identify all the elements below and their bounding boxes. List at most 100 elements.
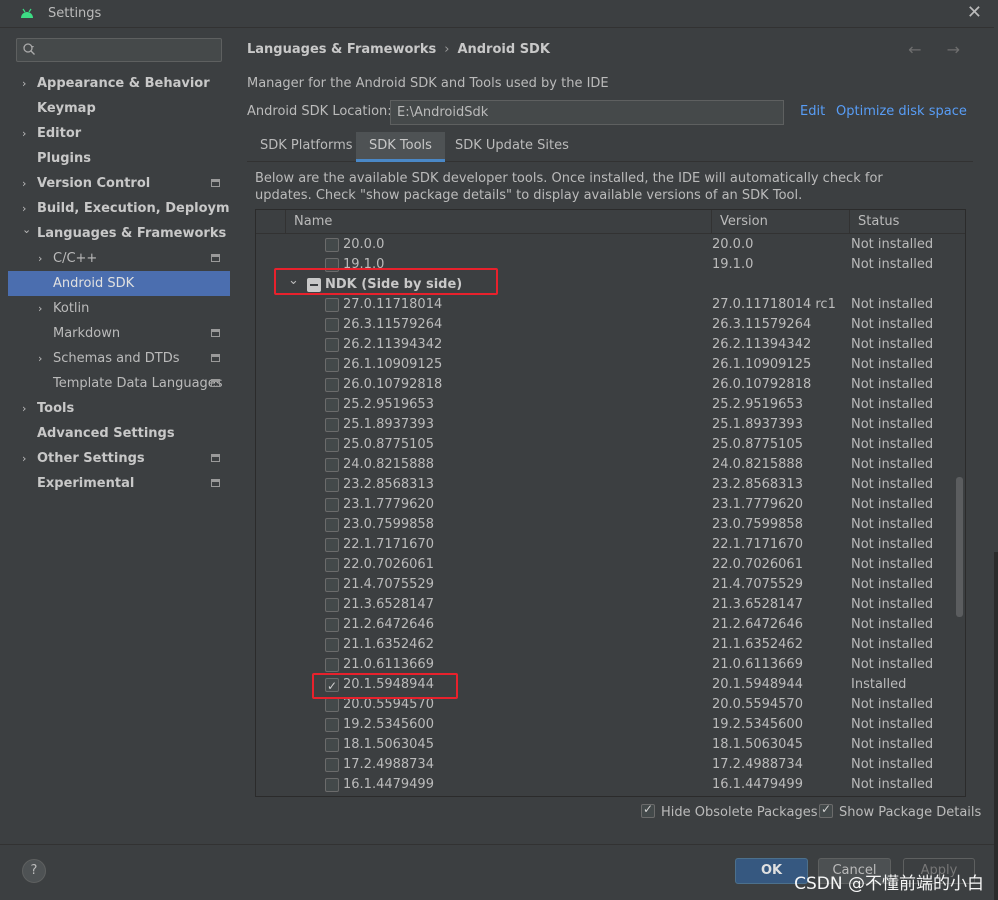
sdk-tabs: SDK Platforms SDK Tools SDK Update Sites: [247, 132, 973, 162]
package-checkbox[interactable]: [325, 558, 339, 572]
table-row[interactable]: 25.0.8775105 25.0.8775105 Not installed: [256, 435, 956, 455]
package-checkbox[interactable]: [325, 578, 339, 592]
chevron-right-icon[interactable]: ›: [22, 171, 32, 196]
sidebar-item[interactable]: › C/C++: [8, 246, 230, 271]
sidebar-item[interactable]: › Version Control: [8, 171, 230, 196]
sidebar-item[interactable]: Experimental: [8, 471, 230, 496]
sidebar-item[interactable]: Android SDK: [8, 271, 230, 296]
package-checkbox[interactable]: [325, 398, 339, 412]
help-icon[interactable]: ?: [22, 859, 46, 883]
table-row[interactable]: 26.1.10909125 26.1.10909125 Not installed: [256, 355, 956, 375]
show-details-checkbox[interactable]: Show Package Details: [819, 802, 981, 820]
table-row[interactable]: 18.1.5063045 18.1.5063045 Not installed: [256, 735, 956, 755]
package-checkbox[interactable]: [325, 478, 339, 492]
sdk-location-field[interactable]: E:\AndroidSdk: [390, 100, 784, 125]
table-row[interactable]: 26.2.11394342 26.2.11394342 Not installed: [256, 335, 956, 355]
chevron-right-icon[interactable]: ›: [22, 71, 32, 96]
sidebar-item[interactable]: Markdown: [8, 321, 230, 346]
chevron-right-icon[interactable]: ›: [22, 121, 32, 146]
hide-obsolete-checkbox[interactable]: Hide Obsolete Packages: [641, 802, 817, 820]
breadcrumb-parent[interactable]: Languages & Frameworks: [247, 42, 436, 57]
table-row[interactable]: 20.0.0 20.0.0 Not installed: [256, 235, 956, 255]
package-version: 22.0.7026061: [712, 557, 803, 572]
sidebar-item[interactable]: › Other Settings: [8, 446, 230, 471]
package-checkbox[interactable]: [325, 778, 339, 792]
table-row[interactable]: 23.2.8568313 23.2.8568313 Not installed: [256, 475, 956, 495]
edit-link[interactable]: Edit: [800, 104, 825, 119]
table-row[interactable]: 25.2.9519653 25.2.9519653 Not installed: [256, 395, 956, 415]
sidebar-item[interactable]: ⌄ Languages & Frameworks: [8, 221, 230, 246]
sidebar-item[interactable]: › Build, Execution, Deployment: [8, 196, 254, 221]
sidebar-item[interactable]: › Kotlin: [8, 296, 230, 321]
column-status[interactable]: Status: [849, 210, 957, 234]
package-checkbox[interactable]: [325, 538, 339, 552]
chevron-right-icon[interactable]: ›: [38, 296, 48, 321]
tab-sdk-tools[interactable]: SDK Tools: [356, 132, 445, 162]
table-row[interactable]: 19.2.5345600 19.2.5345600 Not installed: [256, 715, 956, 735]
scrollbar-thumb[interactable]: [956, 477, 963, 617]
package-version: 21.2.6472646: [712, 617, 803, 632]
chevron-right-icon[interactable]: ›: [22, 396, 32, 421]
navigation-arrows-icon[interactable]: ← →: [908, 40, 970, 59]
table-row[interactable]: 23.0.7599858 23.0.7599858 Not installed: [256, 515, 956, 535]
table-row[interactable]: 22.1.7171670 22.1.7171670 Not installed: [256, 535, 956, 555]
package-checkbox[interactable]: [325, 518, 339, 532]
package-checkbox[interactable]: [325, 358, 339, 372]
table-row[interactable]: 23.1.7779620 23.1.7779620 Not installed: [256, 495, 956, 515]
project-level-icon: [211, 254, 220, 262]
table-row[interactable]: 21.1.6352462 21.1.6352462 Not installed: [256, 635, 956, 655]
table-row[interactable]: 21.4.7075529 21.4.7075529 Not installed: [256, 575, 956, 595]
table-row[interactable]: 22.0.7026061 22.0.7026061 Not installed: [256, 555, 956, 575]
sidebar-item[interactable]: Template Data Languages: [8, 371, 230, 396]
table-row[interactable]: 26.0.10792818 26.0.10792818 Not installed: [256, 375, 956, 395]
package-checkbox[interactable]: [325, 738, 339, 752]
chevron-right-icon[interactable]: ›: [22, 446, 32, 471]
tab-sdk-platforms[interactable]: SDK Platforms: [247, 132, 366, 162]
table-row[interactable]: 25.1.8937393 25.1.8937393 Not installed: [256, 415, 956, 435]
package-checkbox[interactable]: [325, 758, 339, 772]
package-checkbox[interactable]: [325, 318, 339, 332]
tab-sdk-update-sites[interactable]: SDK Update Sites: [442, 132, 582, 162]
sidebar-item[interactable]: Plugins: [8, 146, 230, 171]
sidebar-item[interactable]: Keymap: [8, 96, 230, 121]
table-row[interactable]: 21.2.6472646 21.2.6472646 Not installed: [256, 615, 956, 635]
package-checkbox[interactable]: [325, 598, 339, 612]
chevron-right-icon[interactable]: ›: [38, 346, 48, 371]
package-checkbox[interactable]: [325, 438, 339, 452]
package-checkbox[interactable]: [325, 338, 339, 352]
package-checkbox[interactable]: [325, 698, 339, 712]
sidebar-item[interactable]: Advanced Settings: [8, 421, 230, 446]
search-input[interactable]: [16, 38, 222, 62]
table-row[interactable]: 17.2.4988734 17.2.4988734 Not installed: [256, 755, 956, 775]
table-row[interactable]: 21.0.6113669 21.0.6113669 Not installed: [256, 655, 956, 675]
package-checkbox[interactable]: [325, 498, 339, 512]
table-row[interactable]: 16.1.4479499 16.1.4479499 Not installed: [256, 775, 956, 795]
package-checkbox[interactable]: [325, 418, 339, 432]
package-checkbox[interactable]: [325, 618, 339, 632]
close-icon[interactable]: ✕: [967, 3, 982, 23]
package-checkbox[interactable]: [325, 458, 339, 472]
table-row[interactable]: 27.0.11718014 27.0.11718014 rc1 Not instal…: [256, 295, 956, 315]
sidebar-item[interactable]: › Schemas and DTDs: [8, 346, 230, 371]
table-scrollbar[interactable]: [955, 235, 965, 796]
column-name[interactable]: Name: [285, 210, 711, 234]
package-status: Not installed: [851, 257, 934, 272]
sidebar-item-label: Keymap: [37, 101, 96, 116]
sidebar-item[interactable]: › Appearance & Behavior: [8, 71, 230, 96]
sidebar-item-label: Experimental: [37, 476, 135, 491]
table-row[interactable]: 24.0.8215888 24.0.8215888 Not installed: [256, 455, 956, 475]
package-checkbox[interactable]: [325, 238, 339, 252]
sidebar-item[interactable]: › Editor: [8, 121, 230, 146]
package-checkbox[interactable]: [325, 378, 339, 392]
package-checkbox[interactable]: [325, 658, 339, 672]
table-row[interactable]: 21.3.6528147 21.3.6528147 Not installed: [256, 595, 956, 615]
chevron-right-icon[interactable]: ›: [38, 246, 48, 271]
table-row[interactable]: 26.3.11579264 26.3.11579264 Not installed: [256, 315, 956, 335]
optimize-disk-space-link[interactable]: Optimize disk space: [836, 104, 967, 119]
package-checkbox[interactable]: [325, 638, 339, 652]
package-checkbox[interactable]: [325, 718, 339, 732]
sidebar-item[interactable]: › Tools: [8, 396, 230, 421]
chevron-down-icon[interactable]: ⌄: [22, 217, 32, 242]
package-checkbox[interactable]: [325, 298, 339, 312]
column-version[interactable]: Version: [711, 210, 849, 234]
